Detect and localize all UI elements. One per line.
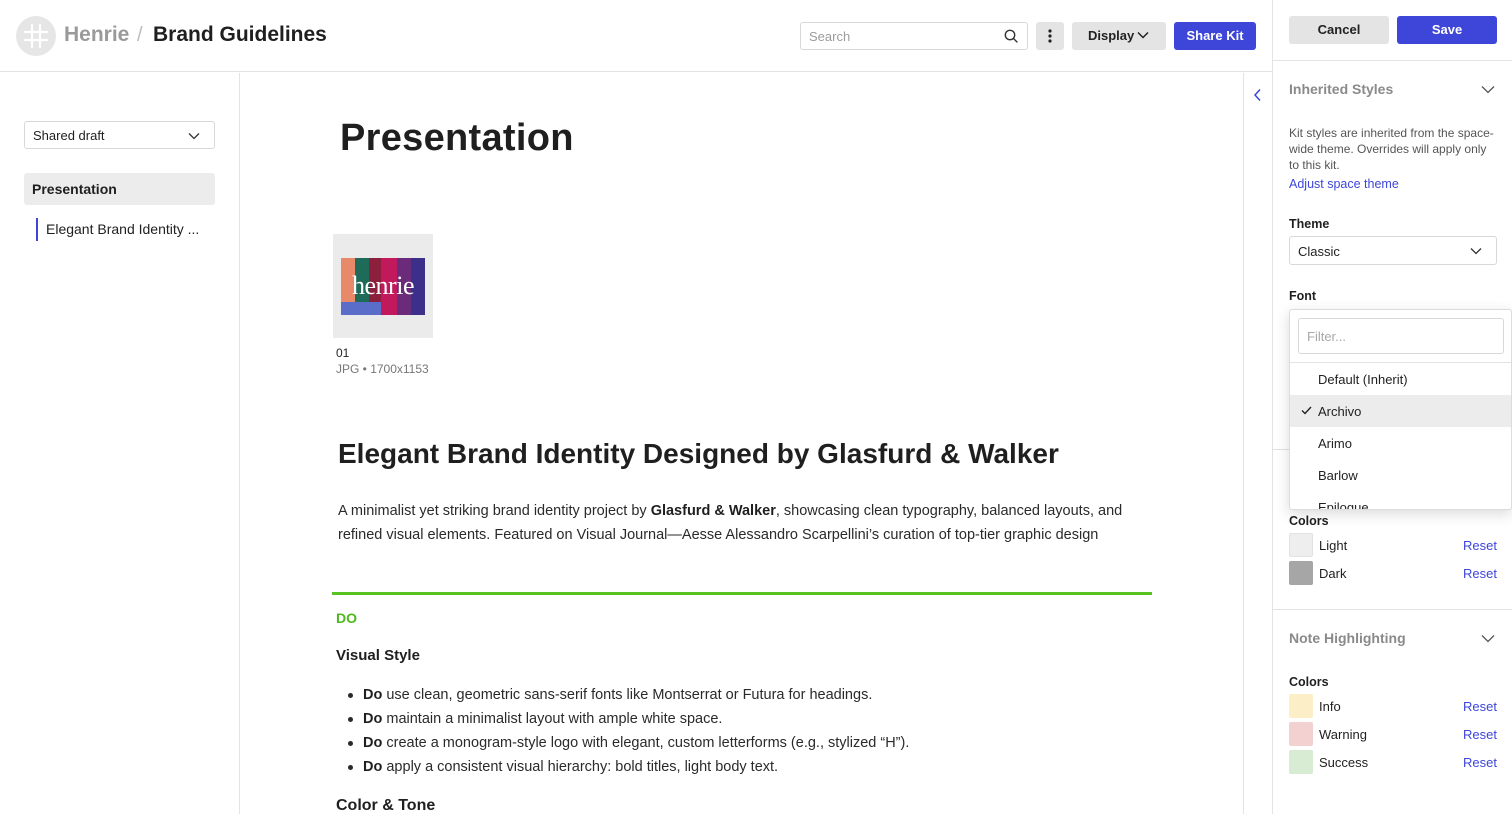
space-logo[interactable]: [16, 16, 56, 56]
save-button[interactable]: Save: [1397, 16, 1497, 44]
inherited-description: Kit styles are inherited from the space-…: [1289, 126, 1494, 172]
note-colors-label: Colors: [1289, 675, 1329, 689]
color-name: Warning: [1319, 727, 1367, 742]
colors-label: Colors: [1289, 514, 1329, 528]
display-button[interactable]: Display: [1072, 22, 1166, 50]
font-option-arimo[interactable]: Arimo: [1290, 427, 1511, 459]
asset-thumbnail[interactable]: henrie: [333, 234, 433, 338]
asset-name: 01: [336, 346, 350, 360]
list-item: Do use clean, geometric sans-serif fonts…: [336, 683, 909, 707]
font-option-barlow[interactable]: Barlow: [1290, 459, 1511, 491]
divider: [1273, 60, 1512, 61]
reset-link[interactable]: Reset: [1463, 755, 1497, 770]
theme-label: Theme: [1289, 217, 1330, 231]
font-dropdown-menu: Default (Inherit) Archivo Arimo Barlow E…: [1289, 309, 1512, 510]
font-option-default[interactable]: Default (Inherit): [1290, 363, 1511, 395]
reset-link[interactable]: Reset: [1463, 727, 1497, 742]
cancel-button[interactable]: Cancel: [1289, 16, 1389, 44]
chevron-down-icon[interactable]: [1481, 85, 1495, 94]
list-item: Do apply a consistent visual hierarchy: …: [336, 755, 909, 779]
sidebar-item-label: Elegant Brand Identity ...: [46, 221, 200, 237]
success-swatch[interactable]: [1289, 750, 1313, 774]
color-name: Dark: [1319, 566, 1347, 581]
display-label: Display: [1088, 28, 1135, 43]
sidebar-item-elegant-brand-identity[interactable]: Elegant Brand Identity ...: [36, 218, 212, 241]
do-divider: [332, 592, 1152, 595]
checkmark-icon: [1301, 406, 1312, 415]
list-item: Do create a monogram-style logo with ele…: [336, 731, 909, 755]
warning-swatch[interactable]: [1289, 722, 1313, 746]
asset-meta: JPG • 1700x1153: [336, 362, 429, 376]
reset-link[interactable]: Reset: [1463, 538, 1497, 553]
search-box[interactable]: [800, 22, 1028, 50]
reset-link[interactable]: Reset: [1463, 699, 1497, 714]
vertical-dots-icon: [1048, 29, 1052, 43]
color-name: Success: [1319, 755, 1369, 770]
more-options-button[interactable]: [1036, 22, 1064, 50]
light-swatch[interactable]: [1289, 533, 1313, 557]
section-heading: Elegant Brand Identity Designed by Glasf…: [338, 438, 1059, 469]
color-row-info: Info Reset: [1289, 694, 1497, 718]
font-label: Font: [1289, 289, 1317, 303]
color-name: Info: [1319, 699, 1341, 714]
theme-select[interactable]: Classic: [1289, 236, 1497, 265]
font-filter-input[interactable]: [1299, 319, 1499, 353]
visual-style-heading: Visual Style: [336, 647, 420, 664]
chevron-down-icon[interactable]: [1481, 634, 1495, 643]
theme-select-value: Classic: [1298, 244, 1340, 259]
color-name: Light: [1319, 538, 1348, 553]
color-tone-heading: Color & Tone: [336, 797, 436, 814]
color-row-warning: Warning Reset: [1289, 722, 1497, 746]
top-header: Henrie / Brand Guidelines Display Share …: [0, 0, 1272, 72]
search-icon[interactable]: [1004, 29, 1018, 43]
collapse-strip: [1243, 73, 1272, 814]
divider: [1273, 609, 1512, 610]
note-highlighting-title[interactable]: Note Highlighting: [1289, 630, 1406, 646]
font-option-epilogue[interactable]: Epilogue: [1290, 491, 1511, 509]
sidebar-item-label: Presentation: [32, 181, 117, 197]
share-kit-button[interactable]: Share Kit: [1174, 22, 1256, 50]
list-item: Do maintain a minimalist layout with amp…: [336, 707, 909, 731]
collapse-chevron-left-icon[interactable]: [1253, 88, 1263, 102]
font-option-archivo[interactable]: Archivo: [1290, 395, 1511, 427]
left-sidebar: Shared draft Presentation Elegant Brand …: [0, 73, 240, 814]
breadcrumb-space[interactable]: Henrie: [64, 23, 129, 47]
brand-image-wordmark: henrie: [352, 271, 414, 300]
brand-image: henrie: [341, 258, 425, 315]
draft-select[interactable]: Shared draft: [24, 121, 215, 149]
dark-swatch[interactable]: [1289, 561, 1313, 585]
color-row-success: Success Reset: [1289, 750, 1497, 774]
page-title: Presentation: [340, 117, 574, 159]
info-swatch[interactable]: [1289, 694, 1313, 718]
main-content: Presentation henrie 01 JPG • 1700x1153 E…: [241, 73, 1243, 814]
breadcrumb-kit-title: Brand Guidelines: [153, 23, 327, 46]
chevron-down-icon: [1137, 31, 1149, 39]
font-filter[interactable]: [1298, 318, 1504, 354]
draft-select-value: Shared draft: [33, 128, 105, 143]
color-row-light: Light Reset: [1289, 533, 1497, 557]
inherited-styles-title[interactable]: Inherited Styles: [1289, 81, 1393, 97]
adjust-space-theme-link[interactable]: Adjust space theme: [1289, 177, 1399, 191]
chevron-down-icon: [1470, 248, 1482, 255]
chevron-down-icon: [188, 133, 200, 140]
sidebar-item-presentation[interactable]: Presentation: [24, 173, 215, 205]
do-label: DO: [336, 610, 357, 626]
reset-link[interactable]: Reset: [1463, 566, 1497, 581]
breadcrumb-separator: /: [137, 24, 143, 46]
hash-logo-icon: [24, 24, 48, 48]
do-list: Do use clean, geometric sans-serif fonts…: [336, 683, 909, 779]
color-row-dark: Dark Reset: [1289, 561, 1497, 585]
intro-paragraph: A minimalist yet striking brand identity…: [338, 503, 1123, 543]
search-input[interactable]: [801, 23, 991, 49]
